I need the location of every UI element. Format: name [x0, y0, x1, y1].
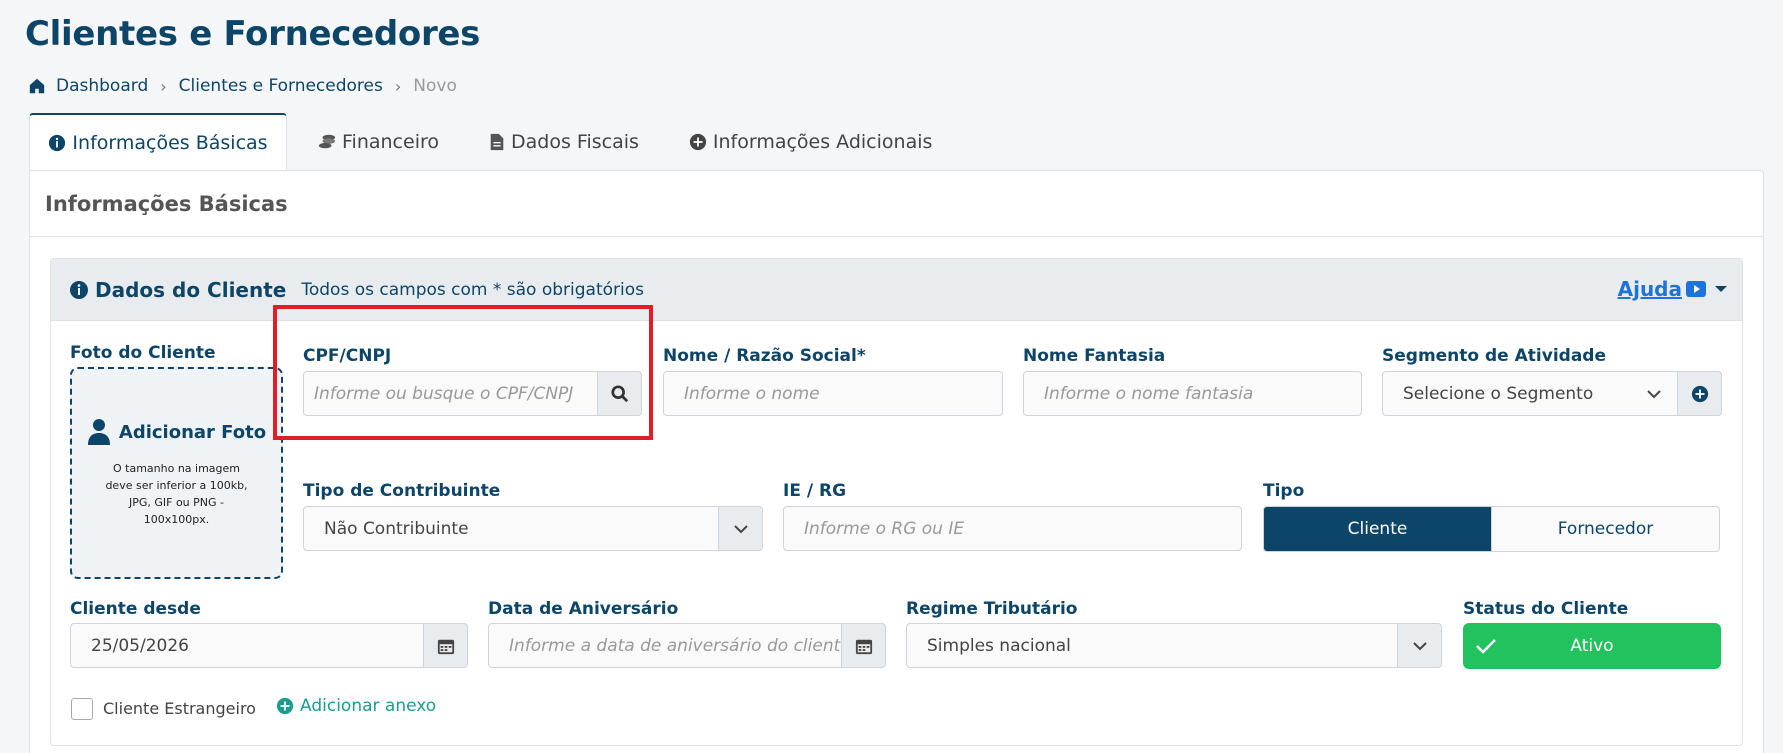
user-icon [87, 419, 110, 445]
ie-label: IE / RG [783, 481, 847, 501]
tab-dados-fiscais[interactable]: Dados Fiscais [464, 113, 664, 171]
segment-label: Segmento de Atividade [1382, 346, 1606, 366]
check-icon [1476, 639, 1496, 654]
panel-subtitle: Todos os campos com * são obrigatórios [301, 279, 644, 300]
chevron-right-icon: › [394, 76, 402, 96]
breadcrumb-dashboard[interactable]: Dashboard [56, 76, 148, 96]
type-option-fornecedor[interactable]: Fornecedor [1491, 507, 1719, 551]
status-value: Ativo [1570, 636, 1614, 656]
tab-informacoes-adicionais[interactable]: Informações Adicionais [664, 113, 958, 171]
tab-financeiro[interactable]: Financeiro [293, 113, 464, 171]
chevron-down-icon [1647, 389, 1661, 398]
coins-icon [318, 134, 336, 149]
chevron-down-icon [1412, 641, 1427, 650]
chevron-right-icon: › [160, 76, 167, 96]
photo-hint: O tamanho na imagem deve ser inferior a … [105, 462, 248, 526]
contributor-label: Tipo de Contribuinte [303, 481, 501, 501]
tax-regime-label: Regime Tributário [906, 599, 1078, 619]
photo-upload[interactable]: Adicionar Foto O tamanho na imagem deve … [70, 367, 283, 579]
type-label: Tipo [1263, 481, 1305, 501]
calendar-button[interactable] [841, 623, 886, 668]
tax-regime-select[interactable]: Simples nacional [906, 623, 1398, 668]
plus-circle-icon [276, 697, 294, 715]
client-since-input[interactable]: 25/05/2026 [70, 623, 424, 668]
panel-title: Dados do Cliente [95, 277, 287, 302]
tab-label: Informações Adicionais [712, 131, 933, 153]
chevron-down-icon [733, 524, 748, 533]
add-segment-button[interactable] [1677, 371, 1722, 416]
contributor-dropdown-button[interactable] [718, 506, 763, 551]
tab-informacoes-basicas[interactable]: Informações Básicas [29, 113, 287, 171]
video-icon [1686, 281, 1706, 297]
client-status-label: Status do Cliente [1463, 599, 1629, 619]
segment-select[interactable]: Selecione o Segmento [1382, 371, 1678, 416]
help-label: Ajuda [1617, 277, 1682, 301]
calendar-icon [437, 639, 454, 654]
breadcrumb-current: Novo [413, 76, 457, 96]
calendar-icon [855, 639, 872, 654]
photo-label: Foto do Cliente [70, 343, 216, 363]
add-attachment-label: Adicionar anexo [300, 696, 437, 716]
type-option-cliente[interactable]: Cliente [1264, 507, 1491, 551]
breadcrumb: Dashboard › Clientes e Fornecedores › No… [28, 76, 457, 96]
name-input[interactable]: Informe o nome [663, 371, 1003, 416]
name-label: Nome / Razão Social* [663, 346, 866, 366]
info-icon [49, 134, 66, 152]
info-icon [70, 280, 88, 299]
birthday-input[interactable]: Informe a data de aniversário do cliente [488, 623, 842, 668]
birthday-label: Data de Aniversário [488, 599, 679, 619]
home-icon[interactable] [28, 77, 46, 95]
fantasy-name-input[interactable]: Informe o nome fantasia [1023, 371, 1362, 416]
tab-label: Dados Fiscais [511, 131, 639, 153]
panel-title-wrap: Dados do Cliente [69, 278, 286, 302]
fantasy-name-label: Nome Fantasia [1023, 346, 1166, 366]
status-toggle-button[interactable]: Ativo [1463, 623, 1721, 669]
foreign-client-label: Cliente Estrangeiro [103, 699, 256, 718]
help-link[interactable]: Ajuda [1618, 277, 1728, 301]
highlight-box [273, 305, 653, 440]
plus-circle-icon [689, 133, 706, 151]
page-title: Clientes e Fornecedores [25, 14, 481, 54]
ie-input[interactable]: Informe o RG ou IE [783, 506, 1242, 551]
segment-value: Selecione o Segmento [1403, 383, 1594, 404]
foreign-client-checkbox[interactable] [71, 698, 93, 720]
type-toggle: Cliente Fornecedor [1263, 506, 1720, 552]
tab-label: Financeiro [342, 131, 439, 153]
add-attachment-link[interactable]: Adicionar anexo [276, 696, 436, 716]
contributor-select[interactable]: Não Contribuinte [303, 506, 719, 551]
plus-circle-icon [1691, 385, 1708, 402]
tab-label: Informações Básicas [72, 132, 268, 154]
add-photo-button[interactable]: Adicionar Foto [87, 418, 266, 446]
calendar-button[interactable] [423, 623, 468, 668]
add-photo-label: Adicionar Foto [118, 421, 267, 443]
card-title: Informações Básicas [30, 171, 1763, 237]
caret-down-icon[interactable] [1714, 284, 1728, 294]
breadcrumb-clientes[interactable]: Clientes e Fornecedores [179, 76, 383, 96]
tax-regime-dropdown-button[interactable] [1397, 623, 1442, 668]
file-icon [490, 133, 504, 151]
client-since-label: Cliente desde [70, 599, 201, 619]
tab-bar: Informações Básicas Financeiro Dados Fis… [29, 113, 957, 171]
